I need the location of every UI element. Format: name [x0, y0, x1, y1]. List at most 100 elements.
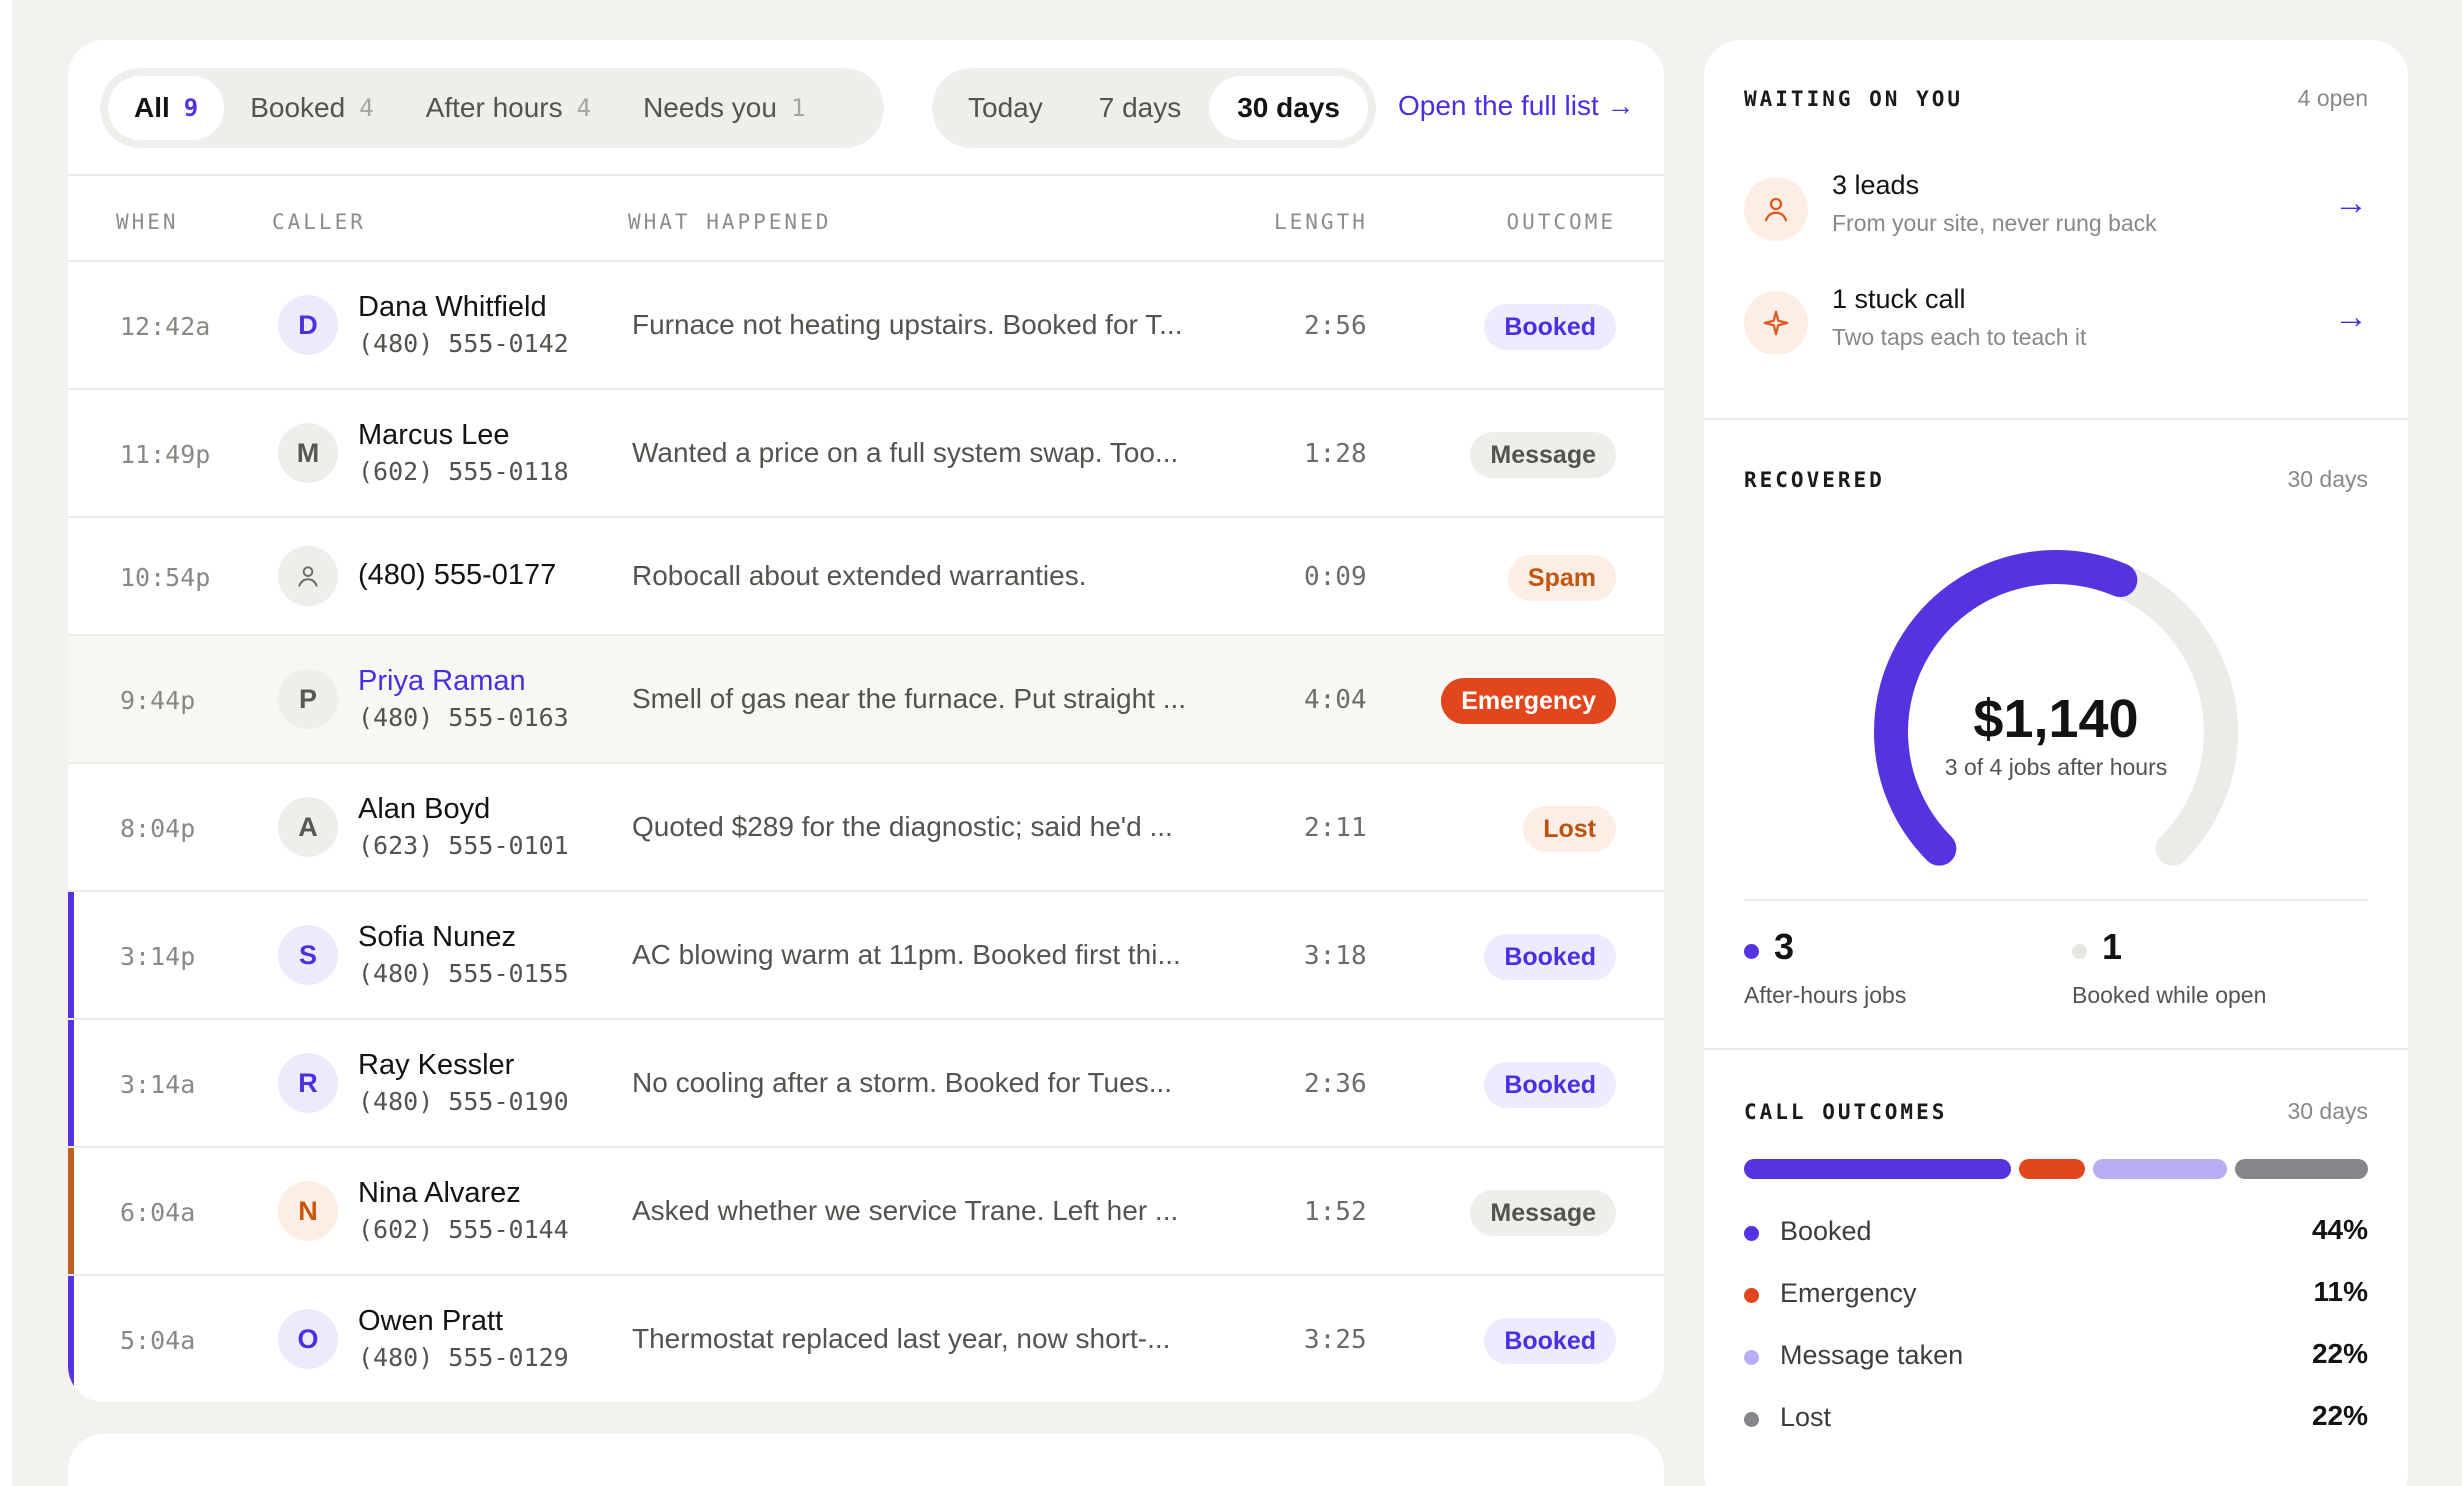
section-title: RECOVERED	[1744, 468, 1885, 492]
caller-name: Owen Pratt	[358, 1305, 504, 1337]
task-title: 3 leads	[1832, 170, 1920, 200]
call-length: 3:18	[1304, 941, 1367, 971]
table-header: WHEN CALLER WHAT HAPPENED LENGTH OUTCOME	[68, 176, 1664, 262]
call-summary: No cooling after a storm. Booked for Tue…	[632, 1067, 1173, 1098]
call-length: 2:11	[1304, 813, 1367, 843]
avatar: R	[278, 1053, 338, 1113]
call-length: 1:28	[1304, 439, 1367, 469]
column-length[interactable]: LENGTH	[1274, 210, 1368, 234]
table-row[interactable]: 11:49p M Marcus Lee (602) 555-0118 Wante…	[68, 390, 1664, 518]
date-range-segment: Today 7 days 30 days	[932, 68, 1376, 148]
section-title: WAITING ON YOU	[1744, 87, 1964, 111]
outcome-row-message: Message taken 22%	[1744, 1336, 2368, 1376]
outcome-label: Message taken	[1780, 1340, 1964, 1370]
caller-phone: (480) 555-0142	[358, 329, 569, 358]
filter-count: 4	[359, 94, 374, 122]
avatar: A	[278, 797, 338, 857]
task-leads[interactable]: 3 leads From your site, never rung back …	[1744, 170, 2368, 250]
filter-needs-you[interactable]: Needs you 1	[617, 76, 831, 140]
stat-value: 1	[2102, 926, 2123, 967]
arrow-right-icon[interactable]: →	[2334, 184, 2368, 223]
table-row[interactable]: 6:04a N Nina Alvarez (602) 555-0144 Aske…	[68, 1148, 1664, 1276]
call-time: 11:49p	[120, 440, 211, 469]
outcome-label: Lost	[1780, 1402, 1832, 1432]
status-badge: Emergency	[1441, 678, 1616, 724]
outcome-segment	[2093, 1159, 2227, 1179]
column-outcome[interactable]: OUTCOME	[1506, 210, 1616, 234]
caller-phone: (480) 555-0163	[358, 703, 569, 732]
avatar: M	[278, 423, 338, 483]
caller-phone: (480) 555-0190	[358, 1087, 569, 1116]
avatar: D	[278, 295, 338, 355]
status-badge: Booked	[1484, 1318, 1616, 1364]
call-time: 12:42a	[120, 312, 211, 341]
outcome-percent: 11%	[2313, 1276, 2369, 1307]
sparkle-icon	[1744, 291, 1808, 355]
recovered-subtitle: 3 of 4 jobs after hours	[1944, 754, 2168, 780]
stat-label: Booked while open	[2072, 982, 2267, 1008]
legend-dot	[1744, 1350, 1759, 1365]
call-length: 1:52	[1304, 1197, 1367, 1227]
call-length: 0:09	[1304, 562, 1367, 592]
caller-phone: (602) 555-0118	[358, 457, 569, 486]
call-time: 3:14p	[120, 942, 196, 971]
filter-booked[interactable]: Booked 4	[224, 76, 399, 140]
filter-count: 9	[183, 94, 199, 122]
caller-phone: (480) 555-0155	[358, 959, 569, 988]
outcome-segment	[2018, 1159, 2086, 1179]
status-badge: Booked	[1484, 1062, 1616, 1108]
call-time: 8:04p	[120, 814, 196, 843]
call-time: 10:54p	[120, 563, 211, 592]
avatar: N	[278, 1181, 338, 1241]
legend-dot	[1744, 1226, 1759, 1241]
open-full-list-link[interactable]: Open the full list →	[1398, 90, 1635, 122]
arrow-right-icon[interactable]: →	[2334, 298, 2368, 337]
divider	[1744, 899, 2368, 901]
filter-all[interactable]: All 9	[108, 76, 225, 140]
after-hours-marker	[68, 892, 74, 1018]
toolbar: All 9 Booked 4 After hours 4 Needs you 1 Tod…	[68, 40, 1664, 176]
table-row[interactable]: 3:14a R Ray Kessler (480) 555-0190 No co…	[68, 1020, 1664, 1148]
status-badge: Spam	[1507, 555, 1616, 601]
avatar: P	[278, 669, 338, 729]
legend-dot	[1744, 1412, 1759, 1427]
outcomes-bar	[1744, 1159, 2368, 1179]
outcome-percent: 44%	[2311, 1214, 2368, 1245]
table-row[interactable]: 12:42a D Dana Whitfield (480) 555-0142 F…	[68, 262, 1664, 390]
column-caller[interactable]: CALLER	[272, 210, 366, 234]
caller-name: Marcus Lee	[358, 419, 510, 451]
range-7-days[interactable]: 7 days	[1071, 76, 1210, 140]
column-when[interactable]: WHEN	[116, 210, 179, 234]
status-badge: Booked	[1484, 934, 1616, 980]
caller-name: Ray Kessler	[358, 1049, 515, 1081]
call-length: 4:04	[1304, 685, 1367, 715]
call-summary: Wanted a price on a full system swap. To…	[632, 437, 1179, 468]
after-hours-marker	[68, 1148, 74, 1274]
legend-dot	[1744, 1288, 1759, 1303]
filter-count: 4	[576, 94, 592, 122]
avatar	[278, 546, 338, 606]
table-row[interactable]: 10:54p (480) 555-0177 Robocall about ext…	[68, 518, 1664, 636]
status-badge: Message	[1470, 432, 1616, 478]
avatar: O	[278, 1309, 338, 1369]
window-edge	[0, 0, 12, 1486]
call-summary: Asked whether we service Trane. Left her…	[632, 1195, 1179, 1226]
task-title: 1 stuck call	[1832, 284, 1966, 314]
table-row[interactable]: 8:04p A Alan Boyd (623) 555-0101 Quoted …	[68, 764, 1664, 892]
outcome-segment	[2234, 1159, 2368, 1179]
caller-name-link[interactable]: Priya Raman	[358, 665, 526, 698]
table-row[interactable]: 9:44p P Priya Raman (480) 555-0163 Smell…	[68, 636, 1664, 764]
filter-after-hours[interactable]: After hours 4	[400, 76, 617, 140]
range-today[interactable]: Today	[940, 76, 1071, 140]
outcome-label: Booked	[1780, 1216, 1872, 1246]
task-stuck-call[interactable]: 1 stuck call Two taps each to teach it →	[1744, 284, 2368, 364]
table-row[interactable]: 3:14p S Sofia Nunez (480) 555-0155 AC bl…	[68, 892, 1664, 1020]
task-subtitle: Two taps each to teach it	[1832, 324, 2087, 350]
table-row[interactable]: 5:04a O Owen Pratt (480) 555-0129 Thermo…	[68, 1276, 1664, 1402]
call-summary: AC blowing warm at 11pm. Booked first th…	[632, 939, 1181, 970]
call-time: 5:04a	[120, 1326, 196, 1355]
column-what-happened[interactable]: WHAT HAPPENED	[628, 210, 831, 234]
outcome-percent: 22%	[2311, 1400, 2368, 1431]
section-title: CALL OUTCOMES	[1744, 1100, 1948, 1124]
range-30-days[interactable]: 30 days	[1209, 76, 1368, 140]
